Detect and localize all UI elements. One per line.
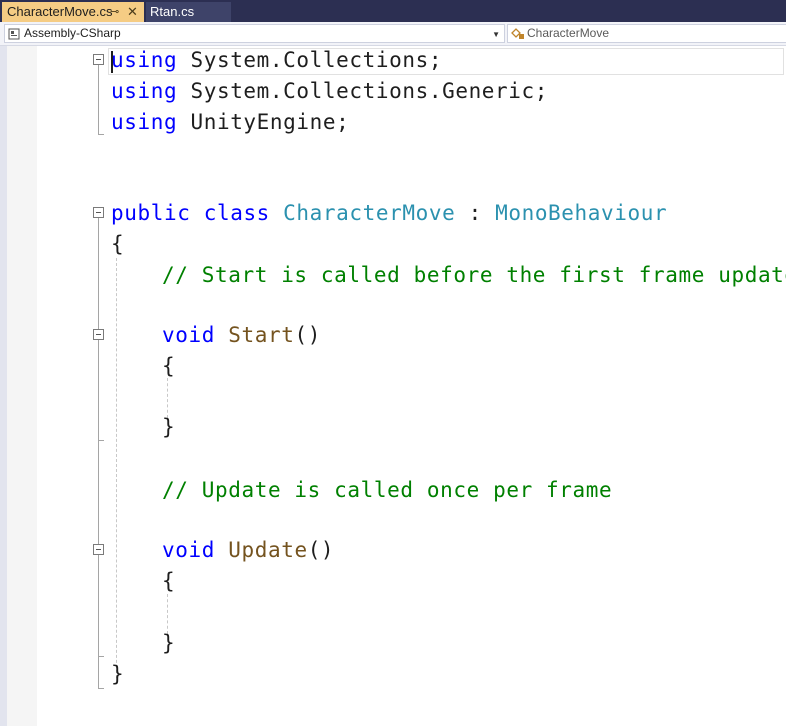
brace: } [162,415,176,439]
type-dropdown[interactable]: CharacterMove [507,24,786,43]
project-dropdown-value: Assembly-CSharp [24,26,121,40]
code-text: () [307,538,335,562]
collapse-toggle-usings[interactable] [93,54,104,65]
code-text: : [455,201,482,225]
outline-end-start [98,440,104,441]
code-line-update-open: { [162,569,175,593]
document-tab-strip: CharacterMove.cs ⊸ ✕ Rtan.cs [0,0,786,22]
comment: // Update is called once per frame [162,478,613,502]
keyword: using [111,48,178,72]
code-line-start-close: } [162,415,175,439]
indicator-margin [7,46,37,726]
navigation-bar: Assembly-CSharp ▼ CharacterMove [0,22,786,46]
method-name: Update [214,538,308,562]
code-line-start-decl: void Start() [162,323,321,347]
outline-end-class [98,688,104,689]
type-dropdown-value: CharacterMove [527,26,610,40]
code-line-comment-start: // Start is called before the first fram… [162,263,786,287]
code-line-start-open: { [162,354,175,378]
code-line-class-decl: public class CharacterMove : MonoBehavio… [111,201,667,225]
code-line-update-decl: void Update() [162,538,334,562]
indent-guide-start [167,378,168,418]
keyword: using [111,110,178,134]
collapse-toggle-update[interactable] [93,544,104,555]
project-icon [8,25,20,45]
code-editor[interactable]: using System.Collections; using System.C… [0,46,786,726]
code-line-class-close: } [111,662,124,686]
brace: } [162,631,176,655]
indent-guide-class [116,258,117,678]
keyword: using [111,79,178,103]
code-text: UnityEngine; [177,110,350,134]
outline-end-usings [98,134,104,135]
tab-label: Rtan.cs [150,4,195,19]
tab-rtan[interactable]: Rtan.cs [146,2,231,22]
editor-left-margin [0,46,7,726]
code-line-class-open: { [111,232,124,256]
close-icon[interactable]: ✕ [127,2,138,22]
code-line-3: using UnityEngine; [111,110,349,134]
brace: } [111,662,125,686]
code-line-2: using System.Collections.Generic; [111,79,548,103]
code-line-update-close: } [162,631,175,655]
code-line-comment-update: // Update is called once per frame [162,478,612,502]
tab-charactermove[interactable]: CharacterMove.cs ⊸ ✕ [2,2,144,22]
collapse-toggle-class[interactable] [93,207,104,218]
brace: { [162,354,176,378]
keyword: void [162,538,215,562]
code-text: () [294,323,321,347]
project-dropdown[interactable]: Assembly-CSharp ▼ [4,24,505,43]
comment: // Start is called before the first fram… [162,263,786,287]
code-text: System.Collections; [177,48,443,72]
code-line-1: using System.Collections; [111,48,442,72]
outline-end-update [98,656,104,657]
chevron-down-icon[interactable]: ▼ [492,26,500,43]
keyword: void [162,323,215,347]
brace: { [111,232,125,256]
brace: { [162,569,176,593]
collapse-toggle-start[interactable] [93,329,104,340]
base-class-name: MonoBehaviour [481,201,668,225]
class-name: CharacterMove [269,201,456,225]
keyword: class [190,201,270,225]
class-icon [511,25,525,45]
pin-icon[interactable]: ⊸ [110,2,119,22]
tab-label: CharacterMove.cs [7,4,113,19]
outline-bracket-class [98,218,99,688]
code-text: System.Collections.Generic; [177,79,549,103]
keyword: public [111,201,191,225]
indent-guide-update [167,594,168,634]
method-name: Start [214,323,295,347]
outline-bracket-usings [98,65,99,134]
